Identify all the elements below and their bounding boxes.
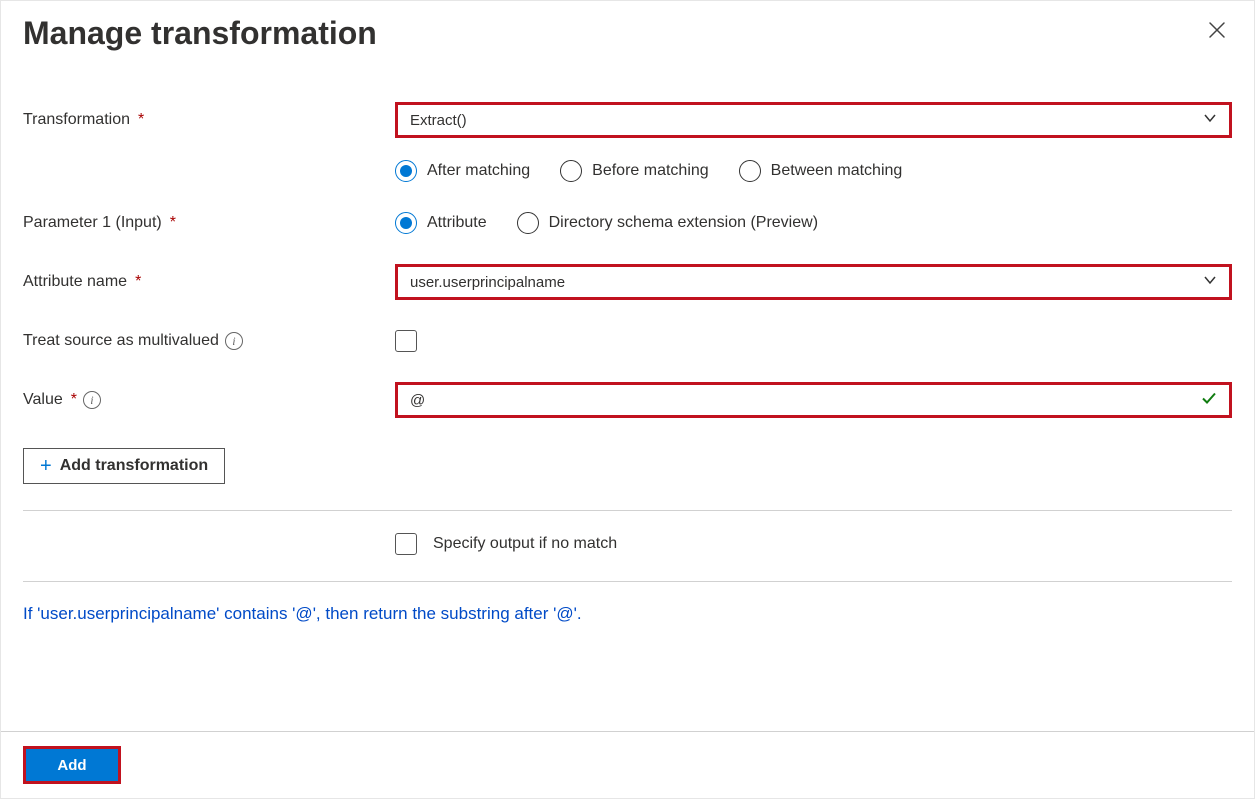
plus-icon: +	[40, 456, 52, 476]
attribute-name-select-value: user.userprincipalname	[410, 274, 565, 291]
multivalued-checkbox[interactable]	[395, 330, 417, 352]
radio-checked-icon	[395, 160, 417, 182]
required-asterisk: *	[170, 214, 176, 232]
match-mode-between-radio[interactable]: Between matching	[739, 160, 903, 182]
page-title: Manage transformation	[23, 15, 377, 52]
transformation-label: Transformation	[23, 111, 130, 129]
multivalued-label: Treat source as multivalued	[23, 332, 219, 350]
match-mode-before-radio[interactable]: Before matching	[560, 160, 709, 182]
value-input[interactable]	[410, 392, 1201, 409]
add-button[interactable]: Add	[26, 749, 118, 781]
add-transformation-button[interactable]: + Add transformation	[23, 448, 225, 484]
match-mode-between-label: Between matching	[771, 162, 903, 180]
close-icon	[1208, 21, 1226, 39]
radio-unchecked-icon	[517, 212, 539, 234]
specify-output-label: Specify output if no match	[433, 535, 617, 553]
radio-checked-icon	[395, 212, 417, 234]
radio-unchecked-icon	[739, 160, 761, 182]
match-mode-after-radio[interactable]: After matching	[395, 160, 530, 182]
value-label: Value	[23, 391, 63, 409]
param1-radio-group: Attribute Directory schema extension (Pr…	[395, 212, 818, 234]
chevron-down-icon	[1203, 273, 1217, 291]
param1-attribute-label: Attribute	[427, 214, 487, 232]
transformation-select[interactable]: Extract()	[395, 102, 1232, 138]
match-mode-before-label: Before matching	[592, 162, 709, 180]
valid-check-icon	[1201, 390, 1217, 410]
add-transformation-label: Add transformation	[60, 457, 208, 475]
param1-ext-radio[interactable]: Directory schema extension (Preview)	[517, 212, 818, 234]
info-icon[interactable]: i	[225, 332, 243, 350]
chevron-down-icon	[1203, 111, 1217, 129]
required-asterisk: *	[71, 391, 77, 409]
param1-attribute-radio[interactable]: Attribute	[395, 212, 487, 234]
attribute-name-label: Attribute name	[23, 273, 127, 291]
divider	[23, 581, 1232, 582]
add-button-label: Add	[57, 757, 86, 774]
close-button[interactable]	[1202, 15, 1232, 45]
value-input-wrapper	[395, 382, 1232, 418]
required-asterisk: *	[138, 111, 144, 129]
radio-unchecked-icon	[560, 160, 582, 182]
required-asterisk: *	[135, 273, 141, 291]
match-mode-radio-group: After matching Before matching Between m…	[395, 160, 902, 182]
info-icon[interactable]: i	[83, 391, 101, 409]
param1-ext-label: Directory schema extension (Preview)	[549, 214, 818, 232]
match-mode-after-label: After matching	[427, 162, 530, 180]
transformation-explanation: If 'user.userprincipalname' contains '@'…	[23, 604, 1232, 624]
parameter1-label: Parameter 1 (Input)	[23, 214, 162, 232]
specify-output-checkbox[interactable]	[395, 533, 417, 555]
transformation-select-value: Extract()	[410, 112, 467, 129]
attribute-name-select[interactable]: user.userprincipalname	[395, 264, 1232, 300]
divider	[23, 510, 1232, 511]
